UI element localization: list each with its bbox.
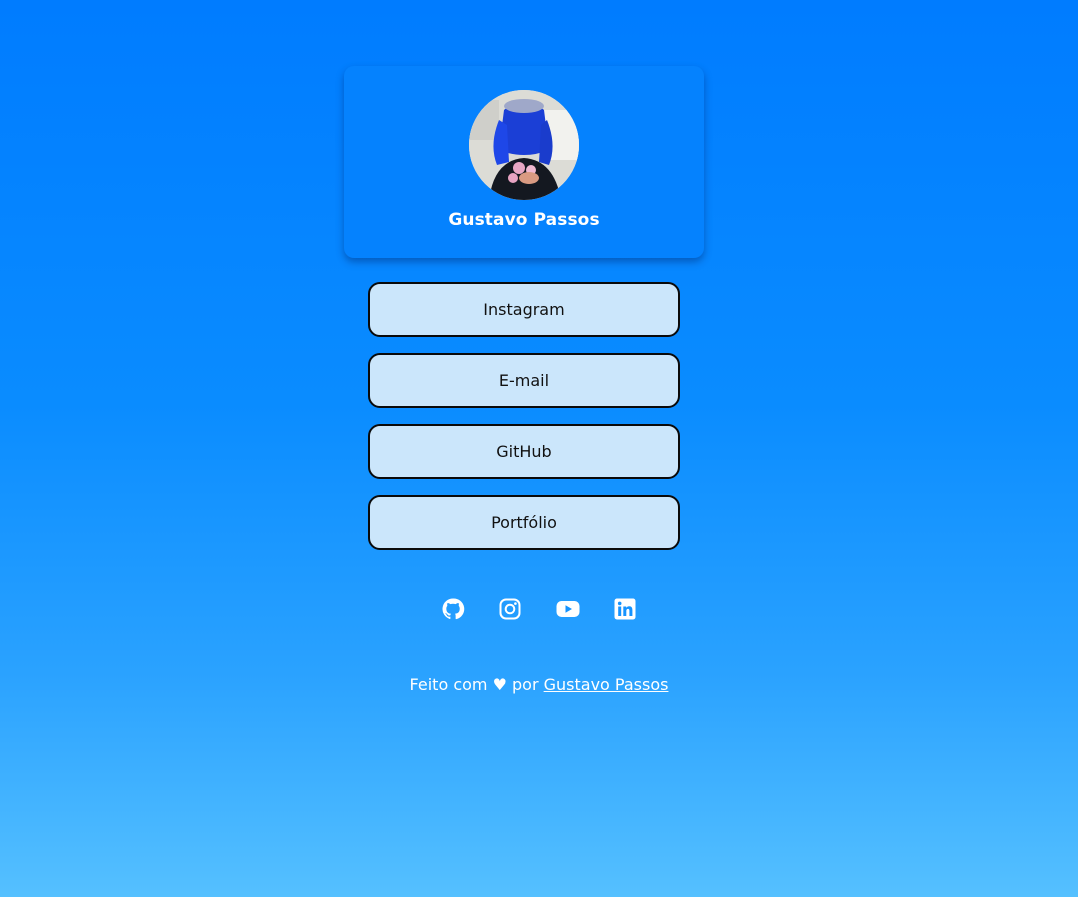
footer-author-link[interactable]: Gustavo Passos (544, 675, 669, 694)
profile-name: Gustavo Passos (448, 210, 600, 230)
avatar (469, 90, 579, 200)
footer: Feito com ♥ por Gustavo Passos (0, 675, 1078, 694)
link-list: Instagram E-mail GitHub Portfólio (368, 282, 680, 566)
github-link-button[interactable]: GitHub (368, 424, 680, 479)
profile-card: Gustavo Passos (344, 66, 704, 258)
social-icons (0, 597, 1078, 623)
instagram-link-button[interactable]: Instagram (368, 282, 680, 337)
linkedin-icon[interactable] (613, 597, 637, 621)
email-link-button[interactable]: E-mail (368, 353, 680, 408)
portfolio-link-button[interactable]: Portfólio (368, 495, 680, 550)
avatar-photo (469, 90, 579, 200)
youtube-icon[interactable] (556, 597, 580, 621)
instagram-icon[interactable] (498, 597, 522, 621)
footer-text: Feito com ♥ por (409, 675, 539, 694)
github-icon[interactable] (441, 597, 465, 621)
